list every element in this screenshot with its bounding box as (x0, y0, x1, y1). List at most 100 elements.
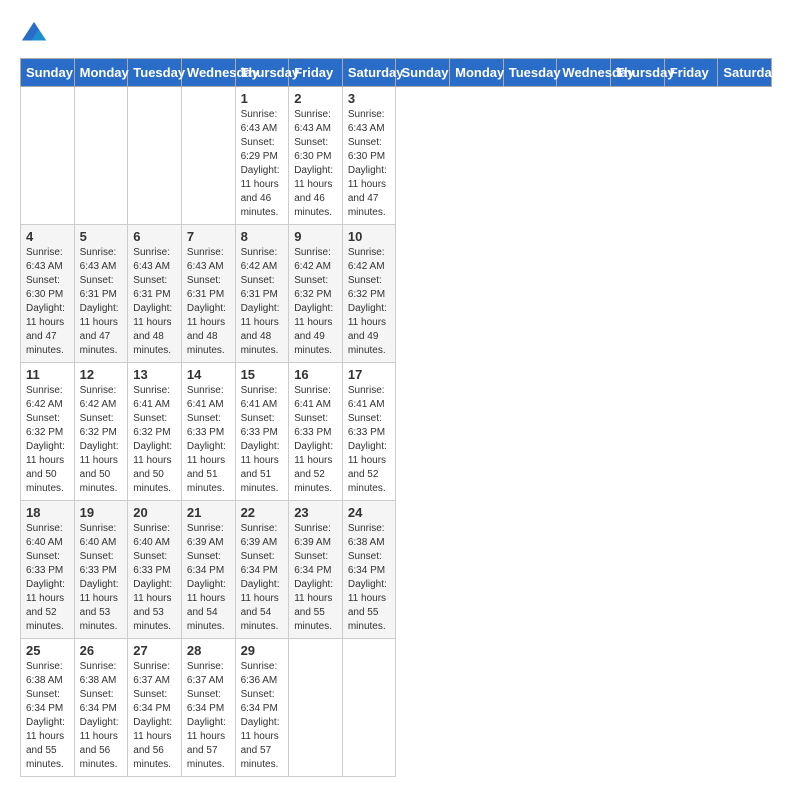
day-info: Sunrise: 6:42 AM Sunset: 6:32 PM Dayligh… (294, 246, 337, 358)
calendar-cell: 6 Sunrise: 6:43 AM Sunset: 6:31 PM Daylig… (128, 225, 182, 363)
calendar-cell (128, 87, 182, 225)
day-info: Sunrise: 6:43 AM Sunset: 6:31 PM Dayligh… (80, 246, 123, 358)
day-number: 17 (348, 367, 391, 382)
day-number: 3 (348, 91, 391, 106)
header-day-saturday: Saturday (342, 59, 396, 87)
day-info: Sunrise: 6:40 AM Sunset: 6:33 PM Dayligh… (80, 522, 123, 634)
day-number: 26 (80, 643, 123, 658)
header-day-friday: Friday (664, 59, 718, 87)
day-number: 6 (133, 229, 176, 244)
calendar-cell: 22Sunrise: 6:39 AM Sunset: 6:34 PM Dayli… (235, 501, 289, 639)
day-number: 25 (26, 643, 69, 658)
day-info: Sunrise: 6:36 AM Sunset: 6:34 PM Dayligh… (241, 660, 284, 772)
day-info: Sunrise: 6:42 AM Sunset: 6:32 PM Dayligh… (80, 384, 123, 496)
logo (20, 20, 52, 48)
day-info: Sunrise: 6:38 AM Sunset: 6:34 PM Dayligh… (348, 522, 391, 634)
calendar-cell: 4Sunrise: 6:43 AM Sunset: 6:30 PM Daylig… (21, 225, 75, 363)
header-day-thursday: Thursday (611, 59, 665, 87)
calendar-cell: 1 Sunrise: 6:43 AM Sunset: 6:29 PM Daylig… (235, 87, 289, 225)
calendar-cell: 26 Sunrise: 6:38 AM Sunset: 6:34 PM Dayli… (74, 639, 128, 777)
day-number: 23 (294, 505, 337, 520)
calendar-cell: 27Sunrise: 6:37 AM Sunset: 6:34 PM Dayli… (128, 639, 182, 777)
logo-icon (20, 20, 48, 48)
calendar-cell: 9 Sunrise: 6:42 AM Sunset: 6:32 PM Daylig… (289, 225, 343, 363)
day-info: Sunrise: 6:40 AM Sunset: 6:33 PM Dayligh… (133, 522, 176, 634)
calendar-cell: 24Sunrise: 6:38 AM Sunset: 6:34 PM Dayli… (342, 501, 396, 639)
calendar-cell: 20 Sunrise: 6:40 AM Sunset: 6:33 PM Dayli… (128, 501, 182, 639)
calendar-cell: 3 Sunrise: 6:43 AM Sunset: 6:30 PM Daylig… (342, 87, 396, 225)
day-info: Sunrise: 6:43 AM Sunset: 6:30 PM Dayligh… (294, 108, 337, 220)
calendar-cell: 10Sunrise: 6:42 AM Sunset: 6:32 PM Dayli… (342, 225, 396, 363)
day-info: Sunrise: 6:41 AM Sunset: 6:33 PM Dayligh… (294, 384, 337, 496)
day-number: 4 (26, 229, 69, 244)
calendar-cell: 21Sunrise: 6:39 AM Sunset: 6:34 PM Dayli… (181, 501, 235, 639)
day-info: Sunrise: 6:42 AM Sunset: 6:31 PM Dayligh… (241, 246, 284, 358)
day-number: 21 (187, 505, 230, 520)
calendar-cell (289, 639, 343, 777)
calendar-cell: 29 Sunrise: 6:36 AM Sunset: 6:34 PM Dayli… (235, 639, 289, 777)
header-day-friday: Friday (289, 59, 343, 87)
day-number: 8 (241, 229, 284, 244)
day-info: Sunrise: 6:41 AM Sunset: 6:33 PM Dayligh… (241, 384, 284, 496)
day-number: 20 (133, 505, 176, 520)
calendar-cell: 11 Sunrise: 6:42 AM Sunset: 6:32 PM Dayli… (21, 363, 75, 501)
calendar-cell: 17Sunrise: 6:41 AM Sunset: 6:33 PM Dayli… (342, 363, 396, 501)
day-info: Sunrise: 6:43 AM Sunset: 6:29 PM Dayligh… (241, 108, 284, 220)
day-number: 29 (241, 643, 284, 658)
header-day-sunday: Sunday (21, 59, 75, 87)
calendar-cell (74, 87, 128, 225)
day-number: 12 (80, 367, 123, 382)
day-info: Sunrise: 6:43 AM Sunset: 6:30 PM Dayligh… (348, 108, 391, 220)
day-number: 7 (187, 229, 230, 244)
day-info: Sunrise: 6:40 AM Sunset: 6:33 PM Dayligh… (26, 522, 69, 634)
calendar-week-row: 4Sunrise: 6:43 AM Sunset: 6:30 PM Daylig… (21, 225, 772, 363)
header (20, 20, 772, 48)
calendar-header-row: SundayMondayTuesdayWednesdayThursdayFrid… (21, 59, 772, 87)
calendar-cell: 7 Sunrise: 6:43 AM Sunset: 6:31 PM Daylig… (181, 225, 235, 363)
calendar-cell (342, 639, 396, 777)
calendar-cell: 28 Sunrise: 6:37 AM Sunset: 6:34 PM Dayli… (181, 639, 235, 777)
day-number: 28 (187, 643, 230, 658)
day-info: Sunrise: 6:39 AM Sunset: 6:34 PM Dayligh… (241, 522, 284, 634)
calendar-cell: 5 Sunrise: 6:43 AM Sunset: 6:31 PM Daylig… (74, 225, 128, 363)
day-number: 1 (241, 91, 284, 106)
day-info: Sunrise: 6:41 AM Sunset: 6:32 PM Dayligh… (133, 384, 176, 496)
day-info: Sunrise: 6:38 AM Sunset: 6:34 PM Dayligh… (80, 660, 123, 772)
calendar-cell: 18 Sunrise: 6:40 AM Sunset: 6:33 PM Dayli… (21, 501, 75, 639)
header-day-tuesday: Tuesday (128, 59, 182, 87)
day-number: 9 (294, 229, 337, 244)
day-number: 11 (26, 367, 69, 382)
day-info: Sunrise: 6:41 AM Sunset: 6:33 PM Dayligh… (187, 384, 230, 496)
calendar-cell: 25 Sunrise: 6:38 AM Sunset: 6:34 PM Dayli… (21, 639, 75, 777)
calendar-cell: 12 Sunrise: 6:42 AM Sunset: 6:32 PM Dayli… (74, 363, 128, 501)
day-number: 27 (133, 643, 176, 658)
day-number: 18 (26, 505, 69, 520)
calendar-cell (181, 87, 235, 225)
day-info: Sunrise: 6:42 AM Sunset: 6:32 PM Dayligh… (26, 384, 69, 496)
day-info: Sunrise: 6:37 AM Sunset: 6:34 PM Dayligh… (187, 660, 230, 772)
calendar-cell: 23Sunrise: 6:39 AM Sunset: 6:34 PM Dayli… (289, 501, 343, 639)
calendar-week-row: 25 Sunrise: 6:38 AM Sunset: 6:34 PM Dayli… (21, 639, 772, 777)
calendar-week-row: 18 Sunrise: 6:40 AM Sunset: 6:33 PM Dayli… (21, 501, 772, 639)
day-number: 16 (294, 367, 337, 382)
calendar-cell: 13 Sunrise: 6:41 AM Sunset: 6:32 PM Dayli… (128, 363, 182, 501)
day-info: Sunrise: 6:38 AM Sunset: 6:34 PM Dayligh… (26, 660, 69, 772)
header-day-sunday: Sunday (396, 59, 450, 87)
calendar-week-row: 1 Sunrise: 6:43 AM Sunset: 6:29 PM Daylig… (21, 87, 772, 225)
header-day-monday: Monday (450, 59, 504, 87)
calendar-table: SundayMondayTuesdayWednesdayThursdayFrid… (20, 58, 772, 777)
calendar-cell: 16 Sunrise: 6:41 AM Sunset: 6:33 PM Dayli… (289, 363, 343, 501)
day-number: 13 (133, 367, 176, 382)
header-day-saturday: Saturday (718, 59, 772, 87)
header-day-thursday: Thursday (235, 59, 289, 87)
calendar-cell: 2 Sunrise: 6:43 AM Sunset: 6:30 PM Daylig… (289, 87, 343, 225)
calendar-cell: 8 Sunrise: 6:42 AM Sunset: 6:31 PM Daylig… (235, 225, 289, 363)
calendar-cell: 19 Sunrise: 6:40 AM Sunset: 6:33 PM Dayli… (74, 501, 128, 639)
day-info: Sunrise: 6:43 AM Sunset: 6:31 PM Dayligh… (187, 246, 230, 358)
day-number: 15 (241, 367, 284, 382)
day-info: Sunrise: 6:43 AM Sunset: 6:31 PM Dayligh… (133, 246, 176, 358)
calendar-cell: 14Sunrise: 6:41 AM Sunset: 6:33 PM Dayli… (181, 363, 235, 501)
day-number: 2 (294, 91, 337, 106)
day-number: 19 (80, 505, 123, 520)
day-number: 5 (80, 229, 123, 244)
